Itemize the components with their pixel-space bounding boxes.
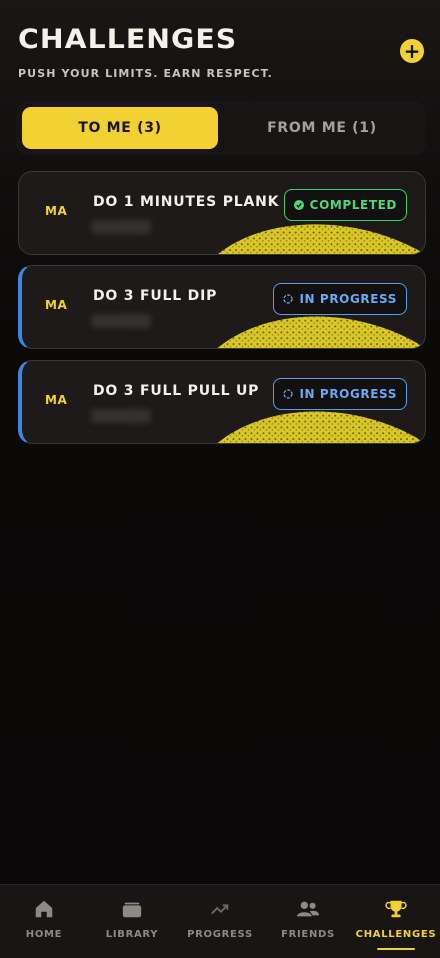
- challenge-sender-blurred: [91, 314, 151, 328]
- status-label: IN PROGRESS: [299, 292, 397, 306]
- challenge-card[interactable]: MA DO 3 FULL PULL UP IN PROGRESS: [18, 360, 426, 444]
- nav-library[interactable]: LIBRARY: [88, 885, 176, 958]
- friends-icon: [296, 897, 320, 921]
- nav-progress[interactable]: PROGRESS: [176, 885, 264, 958]
- avatar: MA: [45, 393, 68, 407]
- challenge-sender-blurred: [91, 409, 151, 423]
- tab-from-me[interactable]: FROM ME (1): [224, 107, 420, 149]
- bottom-nav: HOME LIBRARY PROGRESS FRIENDS CHALLENGES: [0, 884, 440, 958]
- avatar: MA: [45, 204, 68, 218]
- add-challenge-button[interactable]: +: [400, 39, 424, 63]
- challenge-card[interactable]: MA DO 1 MINUTES PLANK COMPLETED: [18, 171, 426, 255]
- nav-label: CHALLENGES: [355, 929, 437, 940]
- status-badge: IN PROGRESS: [273, 378, 407, 410]
- challenge-title: DO 3 FULL PULL UP: [93, 383, 260, 399]
- progress-circle-icon: [283, 294, 294, 304]
- library-icon: [120, 897, 144, 921]
- nav-label: FRIENDS: [281, 929, 335, 940]
- progress-circle-icon: [283, 389, 294, 399]
- nav-home[interactable]: HOME: [0, 885, 88, 958]
- avatar: MA: [45, 298, 68, 312]
- challenge-title: DO 1 MINUTES PLANK: [93, 194, 280, 210]
- plus-icon: +: [403, 39, 421, 63]
- challenge-card[interactable]: MA DO 3 FULL DIP IN PROGRESS: [18, 265, 426, 349]
- active-indicator: [377, 948, 415, 950]
- page-title: CHALLENGES: [18, 24, 238, 55]
- challenges-screen: CHALLENGES PUSH YOUR LIMITS. EARN RESPEC…: [0, 0, 440, 958]
- status-badge: COMPLETED: [283, 189, 407, 221]
- status-label: COMPLETED: [309, 198, 397, 212]
- challenge-title: DO 3 FULL DIP: [93, 288, 218, 304]
- nav-label: LIBRARY: [105, 929, 159, 940]
- nav-label: PROGRESS: [187, 929, 253, 940]
- trophy-icon: [384, 897, 408, 921]
- tab-to-me[interactable]: TO ME (3): [22, 107, 218, 149]
- nav-challenges[interactable]: CHALLENGES: [352, 885, 440, 958]
- nav-friends[interactable]: FRIENDS: [264, 885, 352, 958]
- status-badge: IN PROGRESS: [273, 283, 407, 315]
- page-subtitle: PUSH YOUR LIMITS. EARN RESPECT.: [18, 67, 273, 80]
- challenge-tabs: TO ME (3) FROM ME (1): [16, 101, 426, 155]
- status-label: IN PROGRESS: [299, 387, 397, 401]
- challenge-sender-blurred: [91, 220, 151, 234]
- check-circle-icon: [293, 200, 304, 210]
- home-icon: [32, 897, 56, 921]
- nav-label: HOME: [25, 929, 63, 940]
- trending-up-icon: [208, 897, 232, 921]
- header: CHALLENGES PUSH YOUR LIMITS. EARN RESPEC…: [18, 24, 424, 86]
